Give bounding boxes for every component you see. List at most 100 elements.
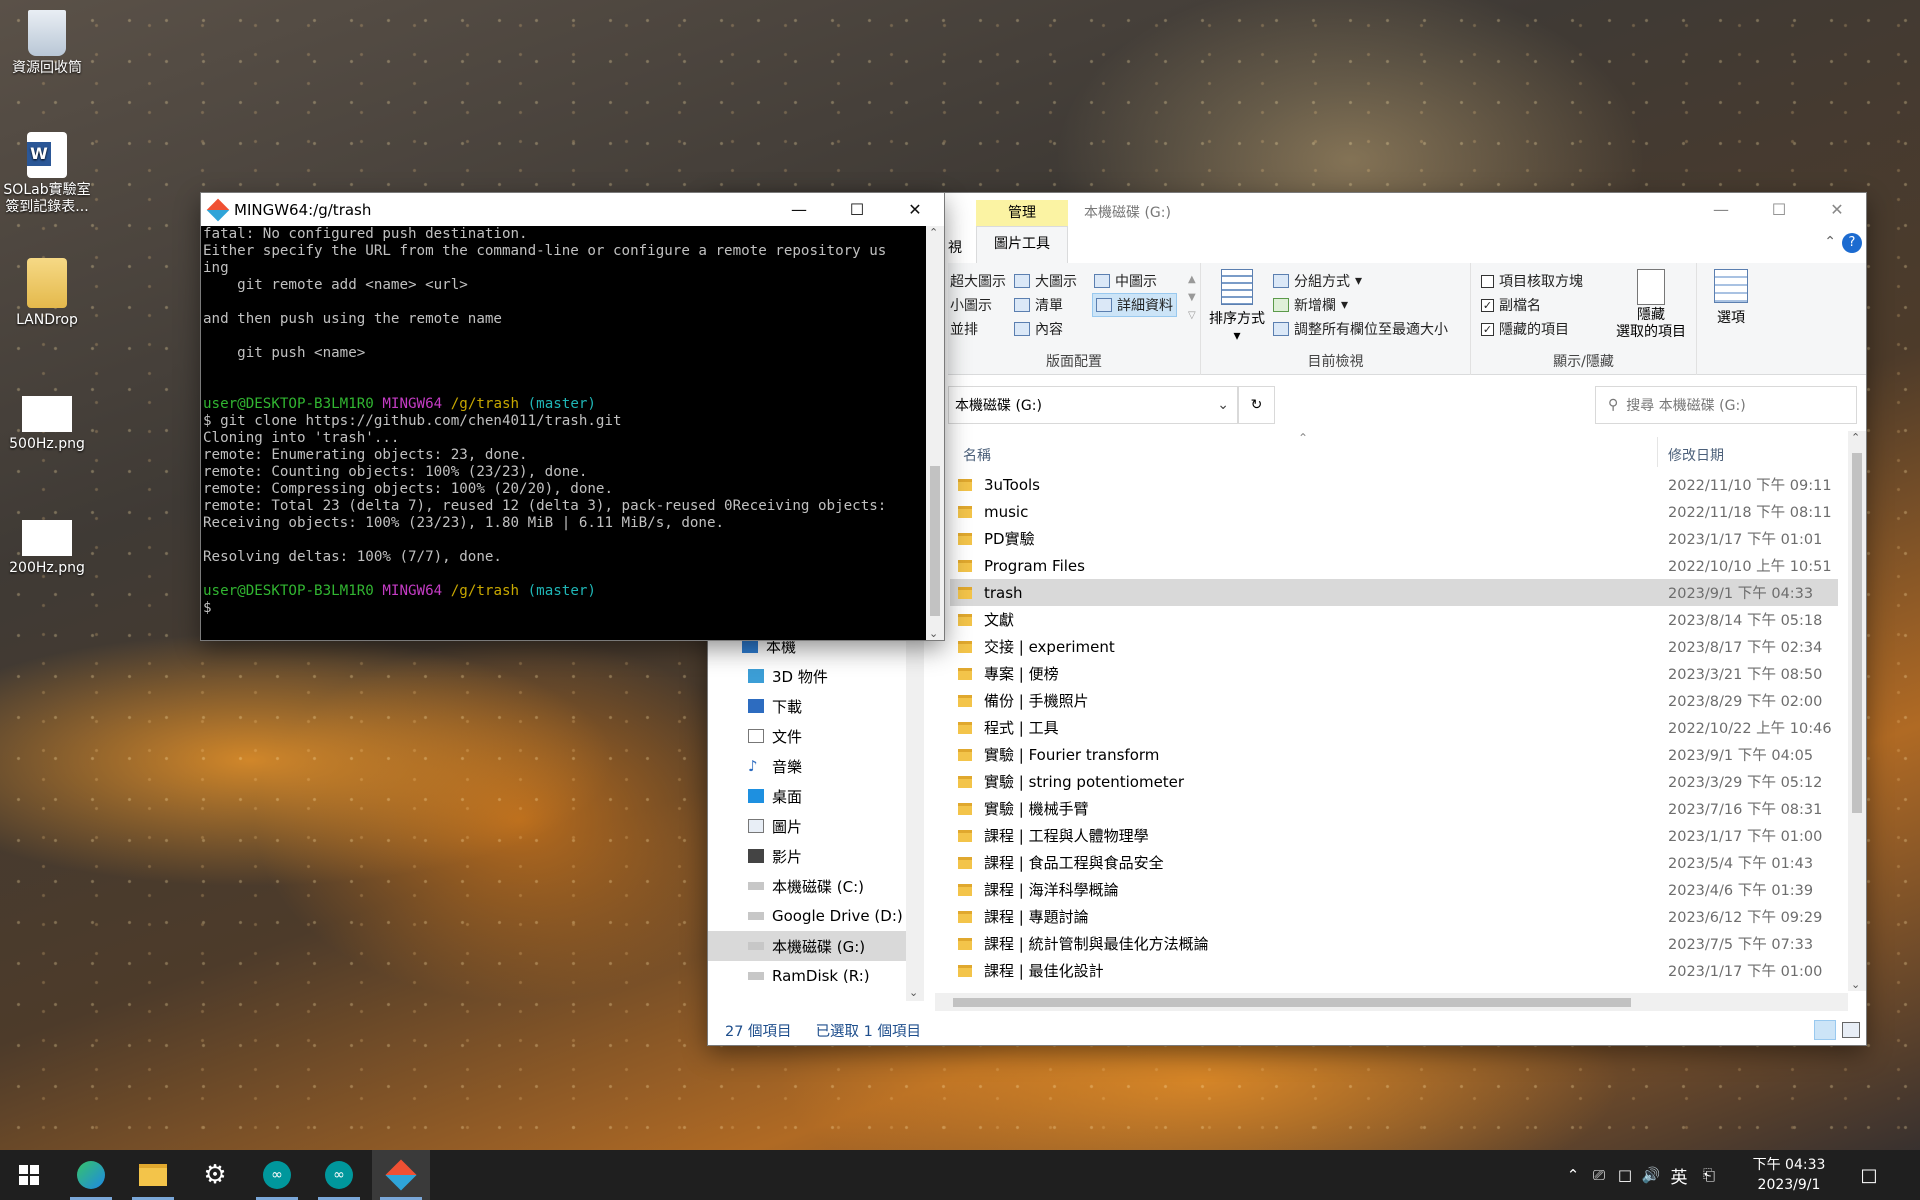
- close-button[interactable]: ✕: [886, 193, 944, 226]
- scroll-down-icon[interactable]: ⌄: [909, 986, 918, 999]
- layout-large-icons[interactable]: 大圖示: [1014, 271, 1077, 291]
- usb-icon[interactable]: ⎚: [1586, 1166, 1612, 1184]
- layout-tiles[interactable]: 並排: [950, 319, 978, 339]
- tab-view[interactable]: 視: [948, 237, 962, 257]
- show-hidden-icons-icon[interactable]: ⌃: [1560, 1166, 1586, 1184]
- taskbar-git-bash[interactable]: [372, 1150, 430, 1200]
- list-item[interactable]: music 2022/11/18 下午 08:11: [950, 498, 1838, 525]
- nav-item-desktop[interactable]: 桌面: [748, 781, 802, 811]
- column-header-name[interactable]: 名稱: [963, 445, 991, 465]
- sort-by-button[interactable]: 排序方式 ▾: [1207, 269, 1267, 344]
- refresh-button[interactable]: ↻: [1238, 386, 1275, 424]
- scroll-up-icon[interactable]: ⌃: [929, 226, 938, 239]
- volume-icon[interactable]: 🔊: [1638, 1166, 1664, 1184]
- start-button[interactable]: [0, 1150, 58, 1200]
- clock[interactable]: 下午 04:33 2023/9/1: [1734, 1155, 1844, 1195]
- layout-extra-large-icons[interactable]: 超大圖示: [950, 271, 1006, 291]
- taskbar-arduino-2[interactable]: ∞: [310, 1150, 368, 1200]
- search-input[interactable]: ⚲ 搜尋 本機磁碟 (G:): [1595, 386, 1857, 424]
- close-button[interactable]: ✕: [1808, 193, 1866, 226]
- minimize-button[interactable]: —: [1692, 193, 1750, 226]
- list-item[interactable]: 3uTools 2022/11/10 下午 09:11: [950, 471, 1838, 498]
- list-item[interactable]: 課程 | 食品工程與食品安全 2023/5/4 下午 01:43: [950, 849, 1838, 876]
- group-by-button[interactable]: 分組方式 ▾: [1273, 271, 1362, 291]
- file-extensions-toggle[interactable]: ✓ 副檔名: [1481, 295, 1541, 315]
- details-view-icon[interactable]: [1814, 1020, 1836, 1040]
- nav-item-drive-d[interactable]: Google Drive (D:): [748, 901, 903, 931]
- scroll-thumb[interactable]: [1852, 453, 1862, 813]
- list-item[interactable]: 實驗 | Fourier transform 2023/9/1 下午 04:05: [950, 741, 1838, 768]
- network-icon[interactable]: □: [1612, 1166, 1638, 1184]
- column-divider[interactable]: [1657, 437, 1658, 467]
- nav-item-videos[interactable]: 影片: [748, 841, 802, 871]
- list-item[interactable]: 交接 | experiment 2023/8/17 下午 02:34: [950, 633, 1838, 660]
- context-tab-manage[interactable]: 管理: [976, 200, 1068, 226]
- layout-list[interactable]: 清單: [1014, 295, 1063, 315]
- scroll-thumb[interactable]: [930, 466, 940, 616]
- chevron-down-icon[interactable]: ⌄: [1217, 397, 1229, 413]
- layout-medium-icons[interactable]: 中圖示: [1094, 271, 1157, 291]
- layout-scroll-icon[interactable]: ▲ ▼ ▽: [1188, 271, 1196, 325]
- list-item[interactable]: 實驗 | 機械手臂 2023/7/16 下午 08:31: [950, 795, 1838, 822]
- list-item[interactable]: 程式 | 工具 2022/10/22 上午 10:46: [950, 714, 1838, 741]
- checkbox[interactable]: [1481, 274, 1494, 288]
- list-item[interactable]: 課程 | 專題討論 2023/6/12 下午 09:29: [950, 903, 1838, 930]
- notification-icon[interactable]: □: [1844, 1165, 1894, 1186]
- desktop-icon-500hz[interactable]: 500Hz.png: [2, 396, 92, 453]
- desktop-icon-word-doc[interactable]: W SOLab實驗室 簽到記錄表...: [2, 132, 92, 216]
- maximize-button[interactable]: ☐: [828, 193, 886, 226]
- column-header-date[interactable]: 修改日期: [1668, 445, 1724, 465]
- desktop-icon-200hz[interactable]: 200Hz.png: [2, 520, 92, 577]
- scroll-down-icon[interactable]: ⌄: [1851, 978, 1860, 991]
- list-item[interactable]: 備份 | 手機照片 2023/8/29 下午 02:00: [950, 687, 1838, 714]
- taskbar-settings[interactable]: ⚙: [186, 1150, 244, 1200]
- nav-item-drive-g[interactable]: 本機磁碟 (G:): [708, 931, 906, 961]
- list-item[interactable]: 課程 | 海洋科學概論 2023/4/6 下午 01:39: [950, 876, 1838, 903]
- nav-item-downloads[interactable]: 下載: [748, 691, 802, 721]
- nav-item-documents[interactable]: 文件: [748, 721, 802, 751]
- taskbar-file-explorer[interactable]: [124, 1150, 182, 1200]
- layout-details[interactable]: 詳細資料: [1092, 293, 1177, 317]
- nav-item-drive-r[interactable]: RamDisk (R:): [748, 961, 870, 991]
- maximize-button[interactable]: ☐: [1750, 193, 1808, 226]
- hide-selected-button[interactable]: 隱藏 選取的項目: [1609, 269, 1693, 341]
- large-icons-view-icon[interactable]: [1842, 1022, 1860, 1038]
- options-button[interactable]: 選項: [1703, 269, 1759, 327]
- terminal-titlebar[interactable]: MINGW64:/g/trash — ☐ ✕: [201, 193, 944, 226]
- terminal-output[interactable]: fatal: No configured push destination. Ei…: [201, 226, 926, 640]
- nav-item-music[interactable]: ♪ 音樂: [748, 751, 802, 781]
- file-list-scrollbar[interactable]: ⌃ ⌄: [1848, 431, 1866, 991]
- input-mode-icon[interactable]: ⎗: [1694, 1166, 1724, 1184]
- add-column-button[interactable]: 新增欄 ▾: [1273, 295, 1348, 315]
- list-item[interactable]: Program Files 2022/10/10 上午 10:51: [950, 552, 1838, 579]
- list-item-selected[interactable]: trash 2023/9/1 下午 04:33: [950, 579, 1838, 606]
- list-item[interactable]: 專案 | 便榜 2023/3/21 下午 08:50: [950, 660, 1838, 687]
- hscroll-thumb[interactable]: [953, 998, 1631, 1007]
- nav-scrollbar[interactable]: ⌄: [906, 631, 924, 1001]
- list-item[interactable]: 課程 | 工程與人體物理學 2023/1/17 下午 01:00: [950, 822, 1838, 849]
- nav-item-drive-c[interactable]: 本機磁碟 (C:): [748, 871, 864, 901]
- list-item[interactable]: 文獻 2023/8/14 下午 05:18: [950, 606, 1838, 633]
- terminal-scrollbar[interactable]: ⌃ ⌄: [926, 226, 944, 640]
- ime-indicator[interactable]: 英: [1664, 1163, 1694, 1188]
- desktop-icon-landrop[interactable]: LANDrop: [2, 258, 92, 329]
- layout-small-icons[interactable]: 小圖示: [950, 295, 992, 315]
- scroll-down-icon[interactable]: ⌄: [929, 627, 938, 640]
- list-item[interactable]: 課程 | 最佳化設計 2023/1/17 下午 01:00: [950, 957, 1838, 984]
- fit-columns-button[interactable]: 調整所有欄位至最適大小: [1273, 319, 1448, 339]
- checkbox-checked[interactable]: ✓: [1481, 298, 1494, 312]
- taskbar-arduino-1[interactable]: ∞: [248, 1150, 306, 1200]
- item-checkboxes-toggle[interactable]: 項目核取方塊: [1481, 271, 1583, 291]
- hidden-items-toggle[interactable]: ✓ 隱藏的項目: [1481, 319, 1569, 339]
- minimize-button[interactable]: —: [770, 193, 828, 226]
- file-list-hscrollbar[interactable]: [935, 993, 1848, 1011]
- list-item[interactable]: 實驗 | string potentiometer 2023/3/29 下午 05…: [950, 768, 1838, 795]
- list-item[interactable]: PD實驗 2023/1/17 下午 01:01: [950, 525, 1838, 552]
- desktop-icon-recycle-bin[interactable]: 資源回收筒: [2, 10, 92, 77]
- nav-item-pictures[interactable]: 圖片: [748, 811, 802, 841]
- cursor-line[interactable]: $: [203, 600, 924, 617]
- address-bar[interactable]: 本機磁碟 (G:) ⌄: [948, 386, 1238, 424]
- layout-content[interactable]: 內容: [1014, 319, 1063, 339]
- help-icon[interactable]: ?: [1842, 233, 1862, 253]
- ribbon-collapse-icon[interactable]: ⌃: [1824, 234, 1836, 250]
